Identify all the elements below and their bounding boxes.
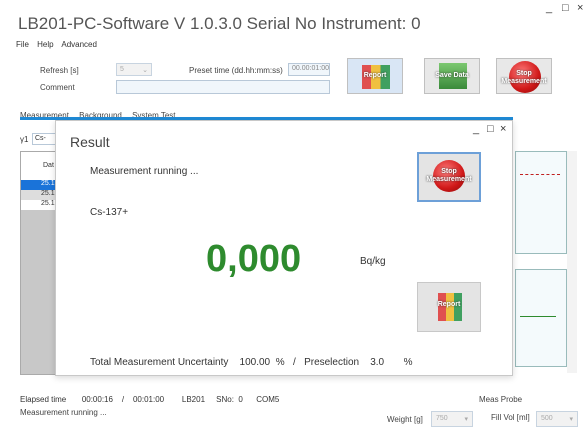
vertical-scrollbar[interactable] — [567, 151, 577, 373]
activity-value: 0,000 — [206, 238, 302, 280]
separator: / — [292, 357, 296, 368]
trend-line — [520, 316, 556, 317]
menu-bar: File Help Advanced — [16, 40, 103, 49]
uncertainty-value: 100.00 — [239, 357, 271, 368]
app-window: LB201-PC-Software V 1.0.3.0 Serial No In… — [0, 0, 587, 432]
dialog-report-button[interactable]: Report — [417, 282, 481, 332]
menu-help[interactable]: Help — [37, 40, 53, 49]
chevron-down-icon: ⌄ — [142, 67, 148, 74]
elapsed-separator: / — [121, 395, 125, 404]
port-label: COM5 — [256, 395, 280, 404]
menu-advanced[interactable]: Advanced — [61, 40, 97, 49]
weight-value: 750 — [436, 415, 448, 422]
preselection-label: Preselection — [304, 357, 360, 368]
close-button[interactable]: × — [577, 2, 583, 14]
gamma-label: γ1 — [20, 135, 29, 144]
save-data-button[interactable]: Save Data — [424, 58, 480, 94]
stop-label: Stop Measurement — [501, 70, 547, 85]
dialog-close-button[interactable]: × — [500, 123, 506, 135]
status-line: Elapsed time 00:00:16 / 00:01:00 LB201 S… — [20, 395, 279, 404]
preselection-unit: % — [403, 357, 413, 368]
fill-vol-select[interactable]: 500 ▾ — [536, 411, 578, 427]
preset-label: Preset time (dd.hh:mm:ss) — [189, 66, 283, 75]
minimize-button[interactable]: _ — [546, 2, 552, 14]
weight-label: Weight [g] — [387, 415, 423, 424]
report-label: Report — [363, 72, 387, 79]
spectrum-chart-top — [515, 151, 567, 254]
data-table: Dat 25.1 25.1 25.1 — [20, 151, 60, 375]
refresh-select[interactable]: 5 ⌄ — [116, 63, 152, 76]
report-label: Report — [437, 301, 461, 308]
uncertainty-label: Total Measurement Uncertainty — [90, 357, 229, 368]
comment-input[interactable] — [116, 80, 330, 94]
maximize-button[interactable]: □ — [562, 2, 569, 14]
report-button[interactable]: Report — [347, 58, 403, 94]
refresh-value: 5 — [120, 66, 124, 73]
elapsed-value: 00:00:16 — [81, 395, 113, 404]
elapsed-label: Elapsed time — [20, 395, 67, 404]
uncertainty-line: Total Measurement Uncertainty 100.00 % /… — [90, 357, 412, 368]
preset-input[interactable]: 00.00:01:00 — [288, 63, 330, 76]
dialog-title: Result — [70, 134, 110, 150]
status-message: Measurement running ... — [20, 408, 107, 417]
right-panel — [515, 131, 567, 375]
activity-unit: Bq/kg — [360, 256, 386, 267]
refresh-label: Refresh [s] — [40, 66, 79, 75]
menu-file[interactable]: File — [16, 40, 29, 49]
nuclide-label: Cs-137+ — [90, 207, 129, 218]
stop-label: Stop Measurement — [426, 168, 472, 183]
result-dialog: Result _ □ × Measurement running ... Cs-… — [55, 120, 513, 376]
dialog-maximize-button[interactable]: □ — [487, 123, 494, 135]
weight-select[interactable]: 750 ▾ — [431, 411, 473, 427]
table-header: Dat — [21, 152, 59, 180]
spectrum-chart-bottom — [515, 269, 567, 367]
table-row[interactable]: 25.1 — [21, 200, 59, 210]
chevron-down-icon: ▾ — [464, 416, 468, 423]
save-data-label: Save Data — [435, 72, 469, 79]
preselection-value: 3.0 — [370, 357, 385, 368]
uncertainty-unit: % — [275, 357, 285, 368]
window-title: LB201-PC-Software V 1.0.3.0 Serial No In… — [18, 14, 421, 33]
meas-probe-label: Meas Probe — [479, 395, 523, 404]
dialog-stop-button[interactable]: Stop Measurement — [417, 152, 481, 202]
dialog-minimize-button[interactable]: _ — [473, 123, 479, 135]
threshold-line — [520, 174, 560, 175]
device-label: LB201 — [181, 395, 206, 404]
fill-vol-value: 500 — [541, 415, 553, 422]
table-row[interactable]: 25.1 — [21, 180, 59, 190]
sno-label: SNo: — [216, 395, 234, 404]
fill-vol-label: Fill Vol [ml] — [491, 413, 530, 422]
table-row[interactable]: 25.1 — [21, 190, 59, 200]
running-status: Measurement running ... — [90, 166, 199, 177]
chevron-down-icon: ▾ — [569, 416, 573, 423]
sno-value: 0 — [238, 395, 243, 404]
comment-label: Comment — [40, 83, 75, 92]
total-time: 00:01:00 — [132, 395, 165, 404]
stop-measurement-button[interactable]: Stop Measurement — [496, 58, 552, 94]
left-panel: γ1 Cs- Dat 25.1 25.1 25.1 — [20, 131, 60, 375]
